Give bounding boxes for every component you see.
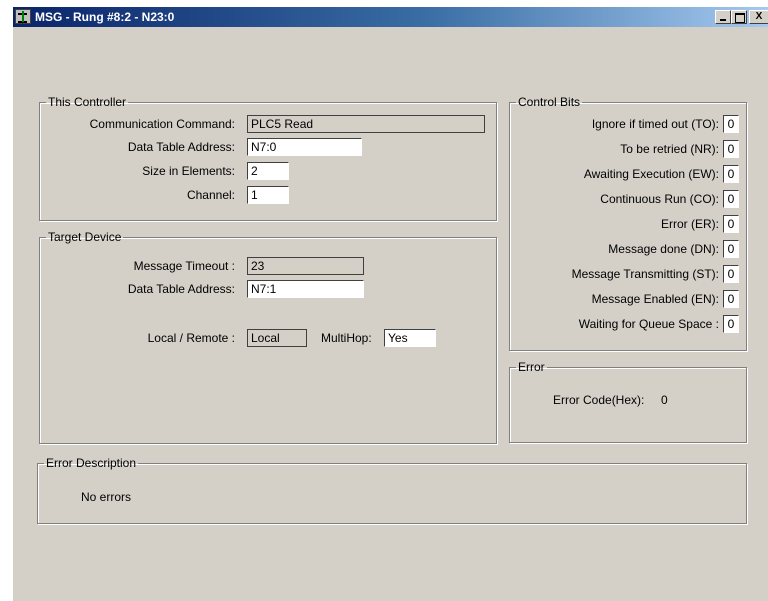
target-data-table-address-field[interactable]: N7:1 — [247, 280, 364, 298]
control-bit-label: Error (ER): — [661, 217, 719, 231]
local-remote-label: Local / Remote : — [147, 331, 235, 345]
error-legend: Error — [518, 360, 545, 374]
multihop-label: MultiHop: — [321, 331, 372, 345]
error-code-value: 0 — [661, 393, 668, 407]
control-bits-legend: Control Bits — [518, 95, 581, 109]
app-icon — [15, 9, 31, 24]
message-timeout-label: Message Timeout : — [133, 259, 235, 273]
error-description-group: Error Description — [37, 456, 747, 524]
control-bit-value[interactable]: 0 — [723, 115, 739, 133]
minimize-button[interactable] — [715, 10, 731, 24]
channel-label: Channel: — [186, 188, 235, 202]
control-bit-label: Continuous Run (CO): — [600, 192, 719, 206]
size-in-elements-label: Size in Elements: — [142, 164, 235, 178]
control-bit-value[interactable]: 0 — [723, 290, 739, 308]
control-bit-label: Awaiting Execution (EW): — [583, 167, 719, 181]
error-description-text: No errors — [81, 490, 132, 504]
control-bit-value[interactable]: 0 — [723, 265, 739, 283]
control-bit-value[interactable]: 0 — [723, 240, 739, 258]
control-bit-label: Ignore if timed out (TO): — [591, 117, 719, 131]
control-bit-label: Message done (DN): — [608, 242, 719, 256]
control-bit-label: Message Enabled (EN): — [591, 292, 719, 306]
error-code-label: Error Code(Hex): — [553, 393, 645, 407]
multihop-field[interactable]: Yes — [384, 329, 436, 347]
window-title: MSG - Rung #8:2 - N23:0 — [35, 10, 175, 24]
target-device-legend: Target Device — [48, 230, 122, 244]
control-bit-value[interactable]: 0 — [723, 140, 739, 158]
maximize-button[interactable] — [731, 10, 747, 24]
control-bit-label: To be retried (NR): — [620, 142, 719, 156]
control-bit-value[interactable]: 0 — [723, 190, 739, 208]
message-timeout-field: 23 — [247, 257, 364, 275]
control-bit-label: Waiting for Queue Space : — [578, 317, 719, 331]
target-data-table-address-label: Data Table Address: — [127, 282, 235, 296]
communication-command-label: Communication Command: — [89, 117, 235, 131]
control-bit-value[interactable]: 0 — [723, 165, 739, 183]
msg-dialog-window: MSG - Rung #8:2 - N23:0 X This Controlle… — [12, 6, 768, 601]
control-bit-value[interactable]: 0 — [723, 215, 739, 233]
this-controller-legend: This Controller — [48, 95, 127, 109]
data-table-address-field[interactable]: N7:0 — [247, 138, 362, 156]
channel-field[interactable]: 1 — [247, 186, 289, 204]
data-table-address-label: Data Table Address: — [127, 140, 235, 154]
close-button[interactable]: X — [749, 10, 768, 24]
communication-command-field: PLC5 Read — [247, 115, 485, 133]
size-in-elements-field[interactable]: 2 — [247, 162, 289, 180]
error-description-legend: Error Description — [46, 456, 137, 470]
title-bar[interactable]: MSG - Rung #8:2 - N23:0 X — [13, 7, 768, 27]
control-bit-label: Message Transmitting (ST): — [571, 267, 719, 281]
local-remote-field: Local — [247, 329, 307, 347]
control-bit-value[interactable]: 0 — [723, 315, 739, 333]
